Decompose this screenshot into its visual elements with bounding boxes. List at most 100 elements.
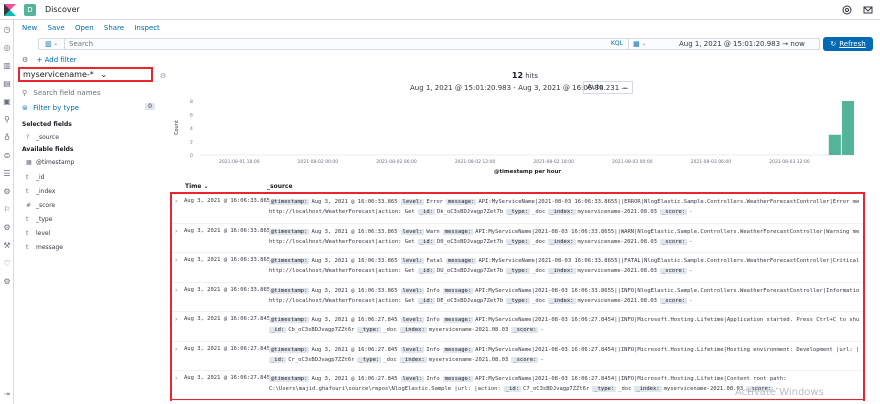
- field-key: _score:: [511, 327, 539, 333]
- column-source: _source: [267, 183, 293, 190]
- row-timestamp: Aug 3, 2021 @ 16:06:27.845: [184, 316, 271, 322]
- gear-icon[interactable]: ⚙: [22, 56, 28, 64]
- maps-icon[interactable]: ⚲: [3, 116, 11, 124]
- field-value: Aug 3, 2021 @ 16:06:33.865: [311, 228, 398, 235]
- visualize-icon[interactable]: ▥: [3, 62, 11, 70]
- field-item[interactable]: t _type: [26, 216, 52, 223]
- field-item[interactable]: t _id: [26, 174, 44, 181]
- discover-icon[interactable]: ◎: [3, 44, 11, 52]
- field-value: http://localhost/WeatherForecast|action:…: [269, 209, 415, 215]
- menu-open[interactable]: Open: [75, 24, 94, 32]
- field-type-icon: t: [26, 230, 29, 237]
- table-row[interactable]: › Aug 3, 2021 @ 16:06:27.845 @timestamp: Au…: [172, 342, 863, 371]
- filter-by-type-button[interactable]: ⊜ Filter by type 0: [22, 103, 157, 112]
- source-line: http://localhost/WeatherForecast|action:…: [269, 266, 859, 276]
- menu-inspect[interactable]: Inspect: [134, 24, 160, 32]
- expand-row-icon[interactable]: ›: [175, 287, 177, 294]
- field-key: _type:: [506, 297, 531, 304]
- apm-icon[interactable]: ⚙: [3, 188, 11, 196]
- ml-icon[interactable]: ♁: [3, 134, 11, 142]
- date-picker-button[interactable]: ▦ ⌄: [628, 39, 650, 49]
- field-key: level:: [400, 287, 425, 294]
- table-row[interactable]: › Aug 3, 2021 @ 16:06:33.865 @timestamp: Au…: [172, 283, 863, 312]
- field-value: _doc: [532, 238, 546, 245]
- column-time[interactable]: Time ⌄: [185, 183, 209, 190]
- row-source: @timestamp: Aug 3, 2021 @ 16:06:33.865 lev…: [269, 227, 859, 247]
- field-key: _type:: [357, 356, 382, 363]
- uptime-icon[interactable]: ⚐: [3, 206, 11, 214]
- y-axis-label: Count: [174, 120, 180, 135]
- expand-row-icon[interactable]: ›: [175, 198, 177, 205]
- field-value: API:MyServiceName|2021-08-03 16:06:33.86…: [475, 287, 859, 294]
- source-line: @timestamp: Aug 3, 2021 @ 16:06:33.865 lev…: [269, 286, 859, 296]
- field-key: _index:: [399, 327, 427, 333]
- field-value: Aug 3, 2021 @ 16:06:27.845: [311, 317, 398, 323]
- interval-select[interactable]: Auto ⌄: [583, 81, 633, 94]
- source-line: @timestamp: Aug 3, 2021 @ 16:06:27.845 lev…: [269, 315, 859, 325]
- elastic-logo-icon[interactable]: [4, 4, 16, 16]
- logs-icon[interactable]: ☰: [3, 170, 11, 178]
- index-pattern-selector[interactable]: myservicename-* ⌄: [18, 67, 153, 82]
- expand-row-icon[interactable]: ›: [175, 346, 177, 353]
- histogram-chart[interactable]: 0 2 4 6 8 2021-08-01 18:00 2021-08-02 00:00 202…: [170, 97, 860, 177]
- table-row[interactable]: › Aug 3, 2021 @ 16:06:33.865 @timestamp: Au…: [172, 194, 863, 224]
- help-icon[interactable]: [842, 5, 852, 15]
- chevron-down-icon: ⌄: [100, 70, 108, 79]
- field-value: _doc: [532, 268, 546, 274]
- field-search[interactable]: ⚲ Search field names: [22, 89, 100, 97]
- kql-toggle[interactable]: KQL: [611, 40, 623, 47]
- mail-icon[interactable]: [863, 5, 873, 15]
- add-filter-button[interactable]: + Add filter: [37, 56, 77, 64]
- expand-row-icon[interactable]: ›: [175, 228, 177, 235]
- field-value: -: [540, 327, 544, 333]
- document-table: › Aug 3, 2021 @ 16:06:33.865 @timestamp: Au…: [170, 192, 865, 401]
- field-name: _index: [36, 188, 56, 195]
- field-value: http://localhost/WeatherForecast|action:…: [269, 297, 415, 304]
- expand-row-icon[interactable]: ›: [175, 375, 177, 382]
- collapse-sidebar-icon[interactable]: ⚙: [160, 72, 166, 80]
- interval-value: Auto: [587, 83, 604, 91]
- management-icon[interactable]: ⚙: [3, 278, 11, 286]
- field-item[interactable]: ▦ @timestamp: [26, 159, 74, 166]
- devtools-icon[interactable]: ⚒: [3, 242, 11, 250]
- row-timestamp: Aug 3, 2021 @ 16:06:33.865: [184, 227, 271, 234]
- field-key: level:: [400, 317, 425, 323]
- table-header: Time ⌄ _source: [170, 180, 860, 192]
- dashboard-icon[interactable]: ▤: [3, 80, 11, 88]
- row-source: @timestamp: Aug 3, 2021 @ 16:06:33.865 lev…: [269, 286, 859, 306]
- field-key: message:: [445, 199, 477, 205]
- refresh-button[interactable]: ↻ Refresh: [823, 37, 873, 51]
- filter-icon: ⊜: [22, 104, 28, 112]
- saved-query-button[interactable]: ▥ ⌄: [39, 39, 65, 49]
- field-item[interactable]: # _score: [26, 202, 55, 209]
- expand-row-icon[interactable]: ›: [175, 257, 177, 264]
- menu-share[interactable]: Share: [104, 24, 124, 32]
- field-item[interactable]: t message: [26, 244, 63, 251]
- field-item[interactable]: t _index: [26, 188, 55, 195]
- field-item[interactable]: ? _source: [26, 134, 59, 141]
- recent-icon[interactable]: ◷: [3, 26, 11, 34]
- metrics-icon[interactable]: ⊜: [3, 152, 11, 160]
- table-row[interactable]: › Aug 3, 2021 @ 16:06:33.865 @timestamp: Au…: [172, 253, 863, 283]
- space-avatar[interactable]: D: [24, 4, 36, 16]
- histogram-bar: [828, 134, 841, 155]
- row-source: @timestamp: Aug 3, 2021 @ 16:06:27.845 lev…: [269, 345, 859, 365]
- siem-icon[interactable]: ⚙: [3, 224, 11, 232]
- time-range[interactable]: Aug 1, 2021 @ 15:01:20.983 → now: [679, 40, 805, 48]
- menu-save[interactable]: Save: [48, 24, 65, 32]
- table-row[interactable]: › Aug 3, 2021 @ 16:06:33.865 @timestamp: Au…: [172, 224, 863, 253]
- field-key: _index:: [548, 238, 576, 245]
- field-key: _id:: [269, 356, 287, 363]
- field-name: message: [36, 244, 63, 251]
- collapse-nav-icon[interactable]: ⇥: [4, 390, 10, 398]
- monitoring-icon[interactable]: ♡: [3, 260, 11, 268]
- menu-new[interactable]: New: [22, 24, 37, 32]
- x-tick-label: 2021-08-02 18:00: [533, 159, 574, 165]
- search-input[interactable]: [69, 40, 569, 48]
- field-item[interactable]: t level: [26, 230, 50, 237]
- hits-number: 12: [511, 71, 524, 80]
- table-row[interactable]: › Aug 3, 2021 @ 16:06:27.845 @timestamp: Au…: [172, 312, 863, 342]
- field-value: myservicename-2021.08.03: [577, 268, 657, 274]
- expand-row-icon[interactable]: ›: [175, 316, 177, 323]
- canvas-icon[interactable]: ▣: [3, 98, 11, 106]
